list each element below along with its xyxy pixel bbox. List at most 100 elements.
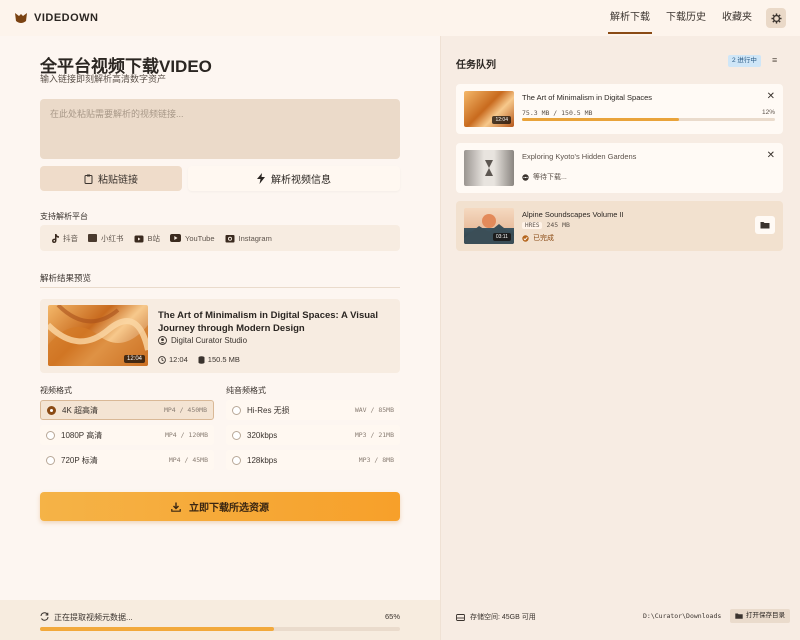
duration-badge: 12:04 [123,355,145,363]
clock-icon [158,355,166,364]
lightning-icon [257,173,265,184]
url-input[interactable]: 在此处粘贴需要解析的视频链接... [40,99,400,159]
storage-text: 存储空间: 45GB 可用 [470,614,536,621]
video-meta: 12:04 150.5 MB [158,355,240,364]
check-circle-icon [522,234,529,242]
format-name: Hi-Res 无损 [247,405,290,415]
sync-icon [40,612,49,621]
duration-badge: 12:04 [492,116,511,124]
parse-panel: 全平台视频下载VIDEO 输入链接即刻解析高清数字资产 在此处粘贴需要解析的视频… [0,36,440,600]
format-name: 128kbps [247,455,278,465]
video-format-option[interactable]: 1080P 高清 MP4 / 120MB [40,425,214,445]
task-progress-bar [522,118,775,121]
save-path: D:\Curator\Downloads [643,612,722,620]
platform-douyin: 抖音 [52,233,78,244]
section-divider [40,287,400,288]
paste-link-label: 粘贴链接 [98,175,138,186]
active-count-badge: 2 进行中 [728,55,761,67]
size-text: 150.5 MB [207,355,240,364]
parse-video-button[interactable]: 解析视频信息 [188,166,400,191]
format-name: 4K 超高清 [62,405,99,415]
format-name: 720P 标清 [61,455,98,465]
task-size: 75.3 MB / 150.5 MB [522,109,593,117]
task-percent: 12% [761,109,775,116]
download-selected-button[interactable]: 立即下载所选资源 [40,492,400,521]
platform-list: 抖音 小红书 B站 YouTube Instagram [40,225,400,251]
nav-tab-parse[interactable]: 解析下载 [602,0,658,36]
author-name: Digital Curator Studio [171,336,248,345]
radio-unchecked[interactable] [46,430,55,440]
platforms-label: 支持解析平台 [40,212,88,221]
logo-icon [15,13,27,23]
video-thumbnail: 12:04 [48,305,148,366]
audio-format-option[interactable]: 128kbps MP3 / 8MB [226,450,400,470]
nav-tab-history[interactable]: 下载历史 [658,0,714,36]
task-thumbnail [464,150,514,186]
duration-text: 12:04 [169,355,188,364]
radio-unchecked[interactable] [232,430,241,440]
bilibili-icon [134,235,143,242]
audio-format-option[interactable]: Hi-Res 无损 WAV / 85MB [226,400,400,420]
radio-unchecked[interactable] [232,405,241,415]
format-spec: MP3 / 21MB [354,431,394,439]
format-spec: MP4 / 120MB [164,431,208,439]
video-title: The Art of Minimalism in Digital Spaces:… [158,310,378,334]
hourglass-icon [485,160,493,176]
paste-link-button[interactable]: 粘贴链接 [40,166,182,191]
parse-video-label: 解析视频信息 [271,175,331,186]
video-format-option[interactable]: 4K 超高清 MP4 / 450MB [40,400,214,420]
platform-label: 抖音 [63,233,78,243]
task-status-text: 已完成 [533,235,554,242]
video-format-label: 视频格式 [40,386,72,395]
task-size-text: 245 MB [546,221,570,229]
task-thumbnail: 12:04 [464,91,514,127]
platform-xiaohongshu: 小红书 [88,233,124,244]
format-spec: MP4 / 450MB [163,406,207,414]
task-progress-fill [522,118,679,121]
task-status: 已完成 [522,233,554,243]
size-meta: 150.5 MB [198,355,240,364]
open-save-dir-button[interactable]: 打开保存目录 [730,609,790,623]
task-card: 03:11 Alpine Soundscapes Volume II HRES 2… [456,201,783,251]
preview-label: 解析结果预览 [40,273,92,283]
radio-unchecked[interactable] [46,455,55,465]
task-size: HRES 245 MB [522,221,570,229]
result-card: 12:04 The Art of Minimalism in Digital S… [40,299,400,373]
audio-format-option[interactable]: 320kbps MP3 / 21MB [226,425,400,445]
platform-instagram: Instagram [225,234,272,243]
page-subtitle: 输入链接即刻解析高清数字资产 [40,74,167,84]
task-card: 12:04 The Art of Minimalism in Digital S… [456,84,783,134]
sort-icon[interactable]: ≡ [772,55,777,65]
task-thumbnail: 03:11 [464,208,514,244]
platform-label: B站 [147,233,161,243]
settings-button[interactable] [766,8,786,28]
status-percent: 65% [385,612,401,621]
task-title: Alpine Soundscapes Volume II [522,210,624,219]
queue-title: 任务队列 [456,60,496,71]
close-icon[interactable]: ✕ [767,150,775,161]
video-format-option[interactable]: 720P 标清 MP4 / 45MB [40,450,214,470]
radio-unchecked[interactable] [232,455,241,465]
download-selected-label: 立即下载所选资源 [189,503,269,514]
storage-icon [456,613,465,621]
tiktok-icon [52,233,59,243]
xiaohongshu-icon [88,234,97,242]
storage-info: 存储空间: 45GB 可用 [456,612,536,622]
task-status-text: 等待下载... [533,174,567,181]
radio-checked[interactable] [47,405,56,415]
open-folder-button[interactable] [755,216,775,234]
duration-meta: 12:04 [158,355,188,364]
folder-icon [760,222,770,229]
status-progress-bar [40,627,400,631]
task-card: Exploring Kyoto's Hidden Gardens ✕ 等待下载.… [456,143,783,193]
gear-icon [770,12,782,24]
format-spec: WAV / 85MB [354,406,394,414]
video-author: Digital Curator Studio [158,336,247,345]
close-icon[interactable]: ✕ [767,91,775,102]
main-nav: 解析下载 下载历史 收藏夹 [602,0,760,36]
task-title: Exploring Kyoto's Hidden Gardens [522,152,637,161]
database-icon [198,355,205,364]
nav-tab-favorites[interactable]: 收藏夹 [714,0,760,36]
format-spec: MP4 / 45MB [168,456,208,464]
task-status: 等待下载... [522,172,567,182]
